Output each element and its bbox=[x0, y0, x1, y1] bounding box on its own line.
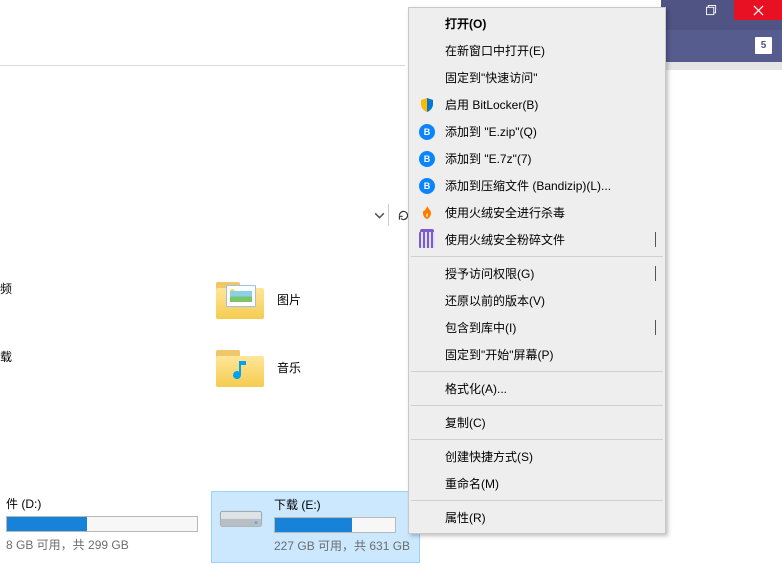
restore-button[interactable] bbox=[689, 0, 734, 20]
toolbar-divider bbox=[0, 65, 405, 66]
cm-label: 重命名(M) bbox=[445, 475, 499, 492]
drive-e[interactable]: 下载 (E:) 227 GB 可用，共 631 GB bbox=[211, 491, 420, 563]
drive-context-menu: 打开(O) 在新窗口中打开(E) 固定到"快速访问" 启用 BitLocker(… bbox=[408, 7, 666, 534]
separator bbox=[411, 405, 663, 406]
cm-label: 启用 BitLocker(B) bbox=[445, 96, 538, 113]
separator bbox=[411, 500, 663, 501]
separator bbox=[411, 256, 663, 257]
drive-caption: 227 GB 可用，共 631 GB bbox=[274, 537, 410, 554]
cm-grant-access[interactable]: 授予访问权限(G) bbox=[410, 260, 664, 287]
bandizip-icon: B bbox=[418, 150, 436, 168]
cm-label: 创建快捷方式(S) bbox=[445, 448, 533, 465]
folder-label: 音乐 bbox=[277, 359, 301, 376]
cm-pin-start[interactable]: 固定到"开始"屏幕(P) bbox=[410, 341, 664, 368]
cm-label: 属性(R) bbox=[445, 509, 486, 526]
cm-label: 还原以前的版本(V) bbox=[445, 292, 545, 309]
shredder-icon bbox=[418, 231, 436, 249]
cm-label: 添加到 "E.7z"(7) bbox=[445, 150, 532, 167]
cm-rename[interactable]: 重命名(M) bbox=[410, 470, 664, 497]
separator bbox=[411, 439, 663, 440]
cm-label: 添加到压缩文件 (Bandizip)(L)... bbox=[445, 177, 611, 194]
music-note-icon bbox=[227, 357, 251, 383]
separator bbox=[411, 371, 663, 372]
chevron-right-icon bbox=[655, 267, 656, 281]
cm-label: 授予访问权限(G) bbox=[445, 265, 534, 282]
cm-open-new-window[interactable]: 在新窗口中打开(E) bbox=[410, 37, 664, 64]
chevron-right-icon bbox=[655, 321, 656, 335]
chevron-down-icon bbox=[373, 209, 386, 222]
cm-restore-prev[interactable]: 还原以前的版本(V) bbox=[410, 287, 664, 314]
usage-bar bbox=[6, 516, 198, 532]
cm-label: 使用火绒安全粉碎文件 bbox=[445, 231, 565, 248]
bandizip-icon: B bbox=[418, 177, 436, 195]
cm-label: 使用火绒安全进行杀毒 bbox=[445, 204, 565, 221]
count-badge: 5 bbox=[755, 37, 772, 54]
close-icon bbox=[753, 5, 764, 16]
shield-icon bbox=[418, 96, 436, 114]
usage-fill bbox=[7, 517, 87, 531]
cm-format[interactable]: 格式化(A)... bbox=[410, 375, 664, 402]
cm-copy[interactable]: 复制(C) bbox=[410, 409, 664, 436]
drive-label: 下载 (E:) bbox=[274, 496, 410, 513]
drive-caption: 8 GB 可用，共 299 GB bbox=[6, 536, 204, 553]
folder-pictures[interactable]: 图片 bbox=[216, 279, 301, 319]
cm-add-zip[interactable]: B 添加到 "E.zip"(Q) bbox=[410, 118, 664, 145]
usage-bar bbox=[274, 517, 396, 533]
hard-drive-icon bbox=[218, 502, 264, 532]
cm-label: 复制(C) bbox=[445, 414, 486, 431]
cm-create-shortcut[interactable]: 创建快捷方式(S) bbox=[410, 443, 664, 470]
cm-huorong-shred[interactable]: 使用火绒安全粉碎文件 bbox=[410, 226, 664, 253]
cm-label: 固定到"快速访问" bbox=[445, 69, 538, 86]
cm-label: 包含到库中(I) bbox=[445, 319, 516, 336]
cm-label: 在新窗口中打开(E) bbox=[445, 42, 545, 59]
usage-fill bbox=[275, 518, 352, 532]
folder-label: 图片 bbox=[277, 291, 301, 308]
title-bar-right bbox=[661, 0, 782, 30]
sidebar-item-truncated-2[interactable]: 载 bbox=[0, 348, 12, 365]
cm-properties[interactable]: 属性(R) bbox=[410, 504, 664, 531]
cm-label: 打开(O) bbox=[445, 15, 486, 32]
chevron-right-icon bbox=[655, 233, 656, 247]
folder-music[interactable]: 音乐 bbox=[216, 347, 301, 387]
cm-bitlocker[interactable]: 启用 BitLocker(B) bbox=[410, 91, 664, 118]
address-dropdown-button[interactable] bbox=[370, 204, 389, 226]
cm-label: 固定到"开始"屏幕(P) bbox=[445, 346, 554, 363]
cm-label: 添加到 "E.zip"(Q) bbox=[445, 123, 537, 140]
cm-add-7z[interactable]: B 添加到 "E.7z"(7) bbox=[410, 145, 664, 172]
cm-label: 格式化(A)... bbox=[445, 380, 507, 397]
cm-pin-quick-access[interactable]: 固定到"快速访问" bbox=[410, 64, 664, 91]
cm-add-compress[interactable]: B 添加到压缩文件 (Bandizip)(L)... bbox=[410, 172, 664, 199]
cm-open[interactable]: 打开(O) bbox=[410, 10, 664, 37]
cm-huorong-scan[interactable]: 使用火绒安全进行杀毒 bbox=[410, 199, 664, 226]
drive-label: 件 (D:) bbox=[6, 495, 204, 512]
restore-icon bbox=[706, 5, 717, 16]
close-button[interactable] bbox=[734, 0, 782, 20]
bandizip-icon: B bbox=[418, 123, 436, 141]
folder-icon bbox=[216, 347, 264, 387]
folder-icon bbox=[216, 279, 264, 319]
cm-include-library[interactable]: 包含到库中(I) bbox=[410, 314, 664, 341]
sidebar-item-truncated-1[interactable]: 频 bbox=[0, 280, 12, 297]
flame-icon bbox=[418, 204, 436, 222]
gray-strip bbox=[661, 62, 782, 70]
drive-d[interactable]: 件 (D:) 8 GB 可用，共 299 GB bbox=[0, 491, 210, 561]
